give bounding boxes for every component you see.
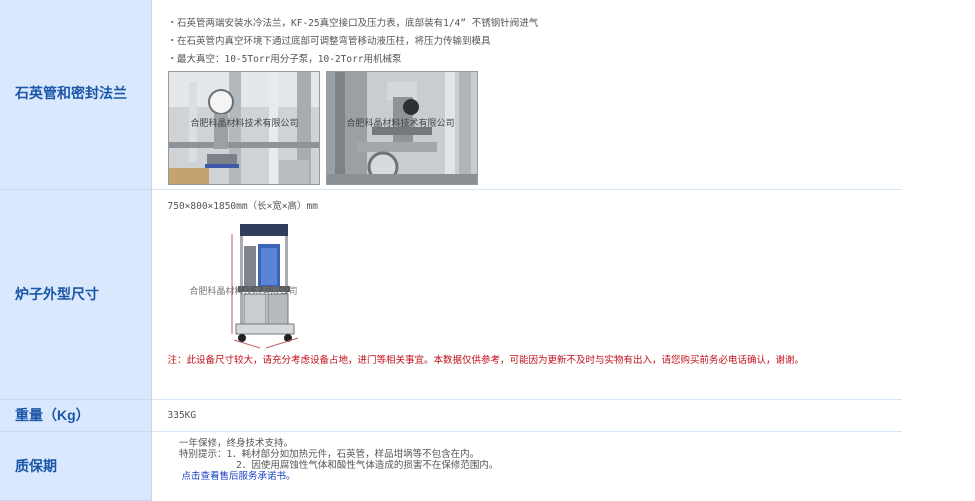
label-size: 炉子外型尺寸 — [0, 189, 152, 400]
flange-photos: 合肥科晶材料技术有限公司 合肥科晶材料技术有限公司 — [167, 71, 903, 185]
value-warranty: 一年保修，终身技术支持。 特别提示：1．耗材部分如加热元件，石英管，样品坩埚等不… — [151, 431, 902, 500]
value-weight: 335KG — [151, 399, 902, 432]
row-weight: 重量（Kg） 335KG — [0, 399, 902, 432]
warranty-line-3: 2．因使用腐蚀性气体和酸性气体造成的损害不在保修范围内。 — [167, 459, 499, 471]
label-weight: 重量（Kg） — [0, 399, 152, 432]
value-flange: ・石英管两端安装水冷法兰，KF-25真空接口及压力表，底部装有1/4” 不锈钢针… — [151, 0, 903, 190]
spec-table: 石英管和密封法兰 ・石英管两端安装水冷法兰，KF-25真空接口及压力表，底部装有… — [0, 0, 902, 501]
size-dimensions: 750×800×1850mm（长×宽×高）mm — [167, 200, 318, 212]
warranty-line-2: 特别提示：1．耗材部分如加热元件，石英管，样品坩埚等不包含在内。 — [167, 448, 480, 460]
size-note: 注：此设备尺寸较大，请充分考虑设备占地，进门等相关事宜。本数据仅供参考，可能因为… — [167, 354, 805, 366]
value-size: 750×800×1850mm（长×宽×高）mm 合肥科晶材料技术有限公司 注：此… — [151, 189, 902, 400]
warranty-line-1: 一年保修，终身技术支持。 — [167, 437, 293, 449]
row-warranty: 质保期 一年保修，终身技术支持。 特别提示：1．耗材部分如加热元件，石英管，样品… — [0, 431, 902, 501]
flange-photo-2-watermark: 合肥科晶材料技术有限公司 — [346, 119, 455, 129]
flange-bullet-1: ・石英管两端安装水冷法兰，KF-25真空接口及压力表，底部装有1/4” 不锈钢针… — [167, 18, 539, 29]
furnace-image: 合肥科晶材料技术有限公司 — [168, 223, 328, 349]
flange-bullet-2: ・在石英管内真空环境下通过底部可调整弯管移动液压柱，将压力传输到模具 — [167, 36, 491, 47]
row-flange: 石英管和密封法兰 ・石英管两端安装水冷法兰，KF-25真空接口及压力表，底部装有… — [0, 0, 903, 190]
after-sales-link[interactable]: 点击查看售后服务承诺书。 — [168, 471, 903, 482]
label-warranty: 质保期 — [0, 431, 152, 501]
row-size: 炉子外型尺寸 750×800×1850mm（长×宽×高）mm 合肥科晶材料技术有… — [0, 189, 902, 400]
flange-bullet-3: ・最大真空：10-5Torr用分子泵，10-2Torr用机械泵 — [167, 54, 402, 65]
flange-photo-1: 合肥科晶材料技术有限公司 — [167, 71, 320, 185]
flange-photo-2: 合肥科晶材料技术有限公司 — [325, 71, 478, 185]
flange-photo-1-watermark: 合肥科晶材料技术有限公司 — [190, 119, 299, 129]
furnace-watermark: 合肥科晶材料技术有限公司 — [189, 286, 298, 297]
label-flange: 石英管和密封法兰 — [0, 0, 152, 190]
